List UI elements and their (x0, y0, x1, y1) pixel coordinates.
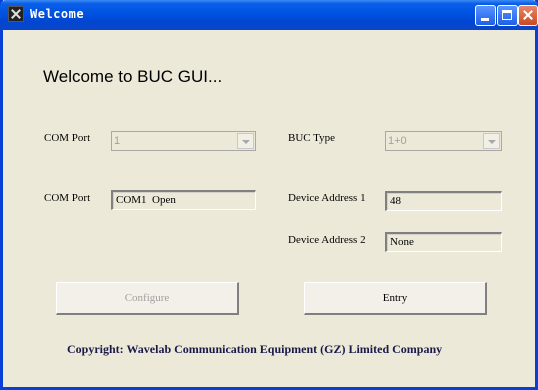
device-address-1-field[interactable]: 48 (385, 191, 502, 211)
chevron-down-icon[interactable] (237, 133, 254, 149)
buc-type-label: BUC Type (288, 132, 336, 144)
title-bar[interactable]: Welcome (0, 0, 538, 30)
maximize-button[interactable] (497, 5, 518, 26)
buc-type-select[interactable]: 1+0 (385, 131, 502, 151)
com-port-select[interactable]: 1 (111, 131, 256, 151)
device-address-2-field[interactable]: None (385, 232, 502, 252)
device-address-1-value: 48 (390, 195, 401, 207)
device-address-2-label: Device Address 2 (288, 234, 366, 246)
configure-button[interactable]: Configure (56, 282, 239, 315)
com-status-label: COM Port (44, 192, 91, 204)
window-title: Welcome (30, 7, 85, 21)
minimize-button[interactable] (475, 5, 496, 26)
chevron-down-icon[interactable] (483, 133, 500, 149)
com-port-value: 1 (114, 135, 121, 147)
welcome-heading: Welcome to BUC GUI... (43, 67, 223, 86)
welcome-window: Welcome Welcome to BUC GUI... COM Port 1… (0, 0, 538, 390)
app-icon[interactable] (8, 6, 24, 22)
com-status-value: COM1 Open (116, 194, 176, 206)
device-address-1-label: Device Address 1 (288, 192, 366, 204)
buc-type-value: 1+0 (388, 135, 407, 147)
com-status-field: COM1 Open (111, 190, 256, 210)
close-button[interactable] (518, 5, 538, 26)
device-address-2-value: None (390, 236, 414, 248)
copyright-text: Copyright: Wavelab Communication Equipme… (67, 342, 443, 356)
entry-button[interactable]: Entry (304, 282, 487, 315)
com-port-label: COM Port (44, 132, 91, 144)
